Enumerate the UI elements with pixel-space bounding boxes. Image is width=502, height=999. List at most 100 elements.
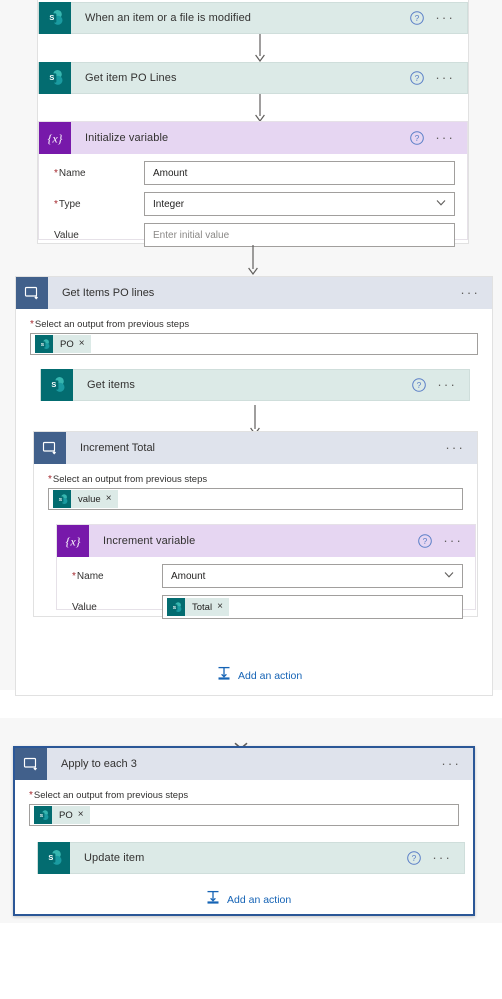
more-menu-icon[interactable]: ··· — [441, 757, 461, 770]
field-label-value: Value — [72, 601, 97, 613]
token-chip-po[interactable]: S PO × — [34, 806, 90, 824]
token-chip-po[interactable]: S PO × — [35, 335, 91, 353]
svg-text:S: S — [48, 853, 53, 862]
sharepoint-icon: S — [41, 369, 73, 401]
sharepoint-icon: S — [39, 62, 71, 94]
action-title: Initialize variable — [85, 132, 169, 144]
token-chip-value[interactable]: S value × — [53, 490, 118, 508]
more-menu-icon[interactable]: ··· — [435, 71, 455, 84]
required-marker: * — [48, 474, 52, 485]
token-remove-icon[interactable]: × — [78, 810, 90, 820]
scope-apply-to-each-3[interactable]: Apply to each 3 ··· *Select an output fr… — [13, 746, 475, 916]
svg-text:?: ? — [415, 73, 420, 83]
action-title: Get items — [87, 379, 135, 391]
increment-name-select[interactable]: Amount — [162, 564, 463, 588]
action-card-get-items[interactable]: S Get items ? ··· — [40, 369, 470, 401]
scope-title: Increment Total — [80, 442, 156, 454]
scope-get-items-po-lines[interactable]: Get Items PO lines ··· *Select an output… — [15, 276, 493, 696]
action-title: Get item PO Lines — [85, 72, 177, 84]
svg-text:S: S — [49, 13, 54, 22]
connector-arrow — [246, 245, 260, 277]
svg-text:?: ? — [415, 133, 420, 143]
help-circle-icon[interactable]: ? — [417, 533, 433, 549]
add-an-action-button-outer-scope[interactable]: Add an action — [216, 665, 302, 686]
field-row-name: *Name Amount — [39, 160, 467, 186]
action-card-update-item[interactable]: S Update item ? ··· — [37, 842, 465, 874]
token-remove-icon[interactable]: × — [217, 602, 229, 612]
increment-variable-header[interactable]: {x} Increment variable ? ··· — [57, 525, 475, 557]
token-remove-icon[interactable]: × — [106, 494, 118, 504]
scope-header-get-items-po-lines[interactable]: Get Items PO lines ··· — [16, 277, 492, 309]
more-menu-icon[interactable]: ··· — [445, 441, 465, 454]
action-card-get-item-po-lines[interactable]: S Get item PO Lines ? ··· — [38, 62, 468, 94]
picker-label-outer: *Select an output from previous steps — [30, 319, 190, 330]
action-card-when-item-or-file-modified[interactable]: S When an item or a file is modified ? ·… — [38, 2, 468, 34]
flow-canvas-upper-pane: S When an item or a file is modified ? ·… — [0, 0, 502, 696]
increment-variable-fields: *Name Amount Value S Total × — [57, 557, 475, 633]
sharepoint-icon: S — [167, 598, 185, 616]
variable-braces-icon: {x} — [39, 122, 71, 154]
action-card-increment-variable[interactable]: {x} Increment variable ? ··· *Name Amoun… — [56, 524, 476, 619]
action-title: When an item or a file is modified — [85, 12, 252, 24]
picker-label-inner: *Select an output from previous steps — [48, 474, 208, 485]
scope-increment-total[interactable]: Increment Total ··· *Select an output fr… — [33, 431, 478, 619]
token-remove-icon[interactable]: × — [79, 339, 91, 349]
field-row-type: *Type Integer — [39, 191, 467, 217]
action-card-initialize-variable[interactable]: {x} Initialize variable ? ··· *Name Amou… — [38, 121, 468, 247]
help-circle-icon[interactable]: ? — [411, 377, 427, 393]
name-input[interactable]: Amount — [144, 161, 455, 185]
required-marker: * — [30, 319, 34, 330]
foreach-scope-icon — [34, 432, 66, 464]
field-label-name: *Name — [54, 167, 86, 179]
variable-braces-icon: {x} — [57, 525, 89, 557]
field-row-increment-value: Value S Total × — [57, 594, 475, 620]
svg-text:?: ? — [415, 13, 420, 23]
add-action-icon — [205, 889, 221, 910]
foreach-scope-icon — [16, 277, 48, 309]
flow-designer-canvas: S When an item or a file is modified ? ·… — [0, 0, 502, 999]
token-chip-label: Total — [192, 601, 213, 613]
required-marker: * — [54, 198, 58, 210]
add-action-label: Add an action — [227, 893, 292, 906]
type-select[interactable]: Integer — [144, 192, 455, 216]
scope-title: Get Items PO lines — [62, 287, 155, 299]
token-chip-label: value — [78, 493, 101, 505]
help-circle-icon[interactable]: ? — [409, 70, 425, 86]
scope-header-apply-to-each-3[interactable]: Apply to each 3 ··· — [15, 748, 473, 780]
scope-header-increment-total[interactable]: Increment Total ··· — [34, 432, 477, 464]
field-row-increment-name: *Name Amount — [57, 563, 475, 589]
picker-input-apply-to-each-3[interactable]: S PO × — [29, 804, 459, 826]
value-input[interactable]: Enter initial value — [144, 223, 455, 247]
field-label-name: *Name — [72, 570, 104, 582]
svg-text:S: S — [49, 73, 54, 82]
connector-arrow — [253, 34, 267, 64]
type-select-value: Integer — [153, 198, 185, 210]
add-an-action-button-apply-to-each-3[interactable]: Add an action — [205, 889, 291, 910]
help-circle-icon[interactable]: ? — [406, 850, 422, 866]
initialize-variable-header[interactable]: {x} Initialize variable ? ··· — [39, 122, 467, 154]
foreach-scope-icon — [15, 748, 47, 780]
svg-text:{x}: {x} — [48, 131, 63, 145]
connector-arrow — [253, 94, 267, 124]
more-menu-icon[interactable]: ··· — [435, 131, 455, 144]
sharepoint-icon: S — [34, 806, 52, 824]
more-menu-icon[interactable]: ··· — [460, 286, 480, 299]
increment-value-input[interactable]: S Total × — [162, 595, 463, 619]
scope-title: Apply to each 3 — [61, 758, 137, 770]
action-title: Update item — [84, 852, 145, 864]
help-circle-icon[interactable]: ? — [409, 10, 425, 26]
picker-input-outer[interactable]: S PO × — [30, 333, 478, 355]
help-circle-icon[interactable]: ? — [409, 130, 425, 146]
picker-input-inner[interactable]: S value × — [48, 488, 463, 510]
more-menu-icon[interactable]: ··· — [443, 534, 463, 547]
svg-text:?: ? — [423, 536, 428, 546]
more-menu-icon[interactable]: ··· — [435, 11, 455, 24]
more-menu-icon[interactable]: ··· — [437, 378, 457, 391]
required-marker: * — [54, 167, 58, 179]
more-menu-icon[interactable]: ··· — [432, 851, 452, 864]
token-chip-total[interactable]: S Total × — [167, 598, 229, 616]
add-action-icon — [216, 665, 232, 686]
field-label-value: Value — [54, 229, 79, 241]
token-chip-label: PO — [59, 809, 73, 821]
action-title: Increment variable — [103, 535, 196, 547]
